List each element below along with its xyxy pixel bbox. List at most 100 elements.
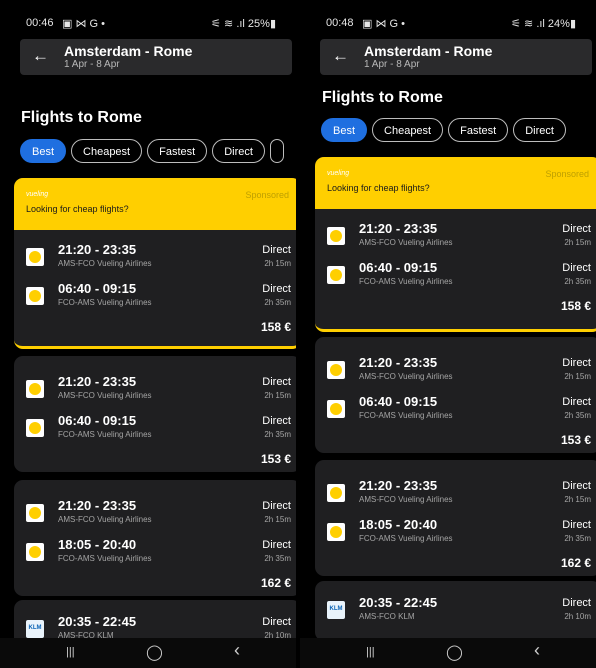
sponsored-flight-card[interactable]: vueling Sponsored Looking for cheap flight… (315, 157, 596, 332)
flight-price: 158 € (260, 320, 291, 334)
recent-apps-button[interactable]: ||| (66, 646, 75, 658)
flight-times: 20:35 - 22:45 (58, 614, 137, 629)
system-back-button[interactable]: ‹ (534, 640, 540, 661)
back-arrow-icon[interactable]: ← (32, 46, 49, 66)
status-time: 00:48 (326, 17, 354, 29)
flight-times: 06:40 - 09:15 (58, 413, 137, 428)
status-bar: 00:48 ▣ ⋈ G • ⚟ ≋ .ıl 24%▮ (300, 0, 596, 32)
page-title: Flights to Rome (21, 109, 142, 126)
screen-left: 00:46 ▣ ⋈ G • ⚟ ≋ .ıl 25%▮ ← Amsterdam - Rom… (0, 0, 296, 668)
flight-route: FCO-AMS Vueling Airlines (359, 277, 453, 286)
system-navbar: ||| ◯ ‹ (300, 638, 596, 668)
sponsored-label: Sponsored (245, 190, 289, 200)
vueling-logo-icon (26, 504, 44, 522)
flight-times: 21:20 - 23:35 (58, 374, 137, 389)
flight-card[interactable]: 21:20 - 23:35 AMS-FCO Vueling Airlines Dir… (14, 356, 296, 472)
vueling-dot (29, 290, 41, 302)
filter-chip-direct[interactable]: Direct (513, 118, 566, 142)
flight-duration: 2h 15m (264, 391, 291, 400)
route-title: Amsterdam - Rome (64, 43, 193, 59)
flight-route: AMS-FCO Vueling Airlines (359, 238, 453, 247)
vueling-logo-icon (327, 484, 345, 502)
flight-stops: Direct (562, 223, 591, 235)
search-header[interactable]: ← Amsterdam - Rome 1 Apr - 8 Apr (320, 39, 592, 75)
flight-card[interactable]: 21:20 - 23:35 AMS-FCO Vueling Airlines Dir… (315, 337, 596, 453)
flight-card[interactable]: 21:20 - 23:35 AMS-FCO Vueling Airlines Dir… (14, 480, 296, 596)
flight-stops: Direct (562, 396, 591, 408)
system-navbar: ||| ◯ ‹ (0, 638, 296, 668)
vueling-dot (330, 364, 342, 376)
flight-stops: Direct (262, 283, 291, 295)
flight-leg: 18:05 - 20:40 FCO-AMS Vueling Airlines Dir… (315, 515, 596, 549)
flight-times: 21:20 - 23:35 (58, 242, 137, 257)
flight-stops: Direct (562, 480, 591, 492)
system-back-button[interactable]: ‹ (234, 640, 240, 661)
vueling-logo-icon (26, 287, 44, 305)
recent-apps-button[interactable]: ||| (366, 646, 375, 658)
flight-times: 21:20 - 23:35 (58, 498, 137, 513)
filter-chip-best[interactable]: Best (20, 139, 67, 163)
flight-times: 18:05 - 20:40 (359, 517, 438, 532)
vueling-dot (330, 487, 342, 499)
filter-chip-cheapest[interactable]: Cheapest (71, 139, 143, 163)
filter-chip-best[interactable]: Best (321, 118, 368, 142)
flight-duration: 2h 35m (564, 277, 591, 286)
vueling-dot (29, 546, 41, 558)
flight-price: 153 € (260, 452, 291, 466)
filter-chip-fastest[interactable]: Fastest (147, 139, 208, 163)
vueling-dot (29, 507, 41, 519)
klm-text: KLM (28, 625, 42, 631)
flight-leg: 21:20 - 23:35 AMS-FCO Vueling Airlines Dir… (315, 353, 596, 387)
flight-card[interactable]: KLM 20:35 - 22:45 AMS-FCO KLM Direct 2h 10m (315, 581, 596, 641)
flight-route: AMS-FCO KLM (359, 612, 415, 621)
flight-stops: Direct (262, 244, 291, 256)
flight-route: AMS-FCO Vueling Airlines (58, 259, 152, 268)
sponsor-banner[interactable]: vueling Sponsored Looking for cheap flight… (14, 178, 296, 230)
status-icons-left: ▣ ⋈ G • (62, 18, 105, 30)
home-button[interactable]: ◯ (146, 643, 163, 661)
flight-route: FCO-AMS Vueling Airlines (359, 534, 453, 543)
klm-logo-icon: KLM (26, 620, 44, 638)
flight-times: 21:20 - 23:35 (359, 221, 438, 236)
flight-stops: Direct (562, 262, 591, 274)
flight-stops: Direct (262, 539, 291, 551)
flight-leg: KLM 20:35 - 22:45 AMS-FCO KLM Direct 2h 10m (315, 593, 596, 627)
flight-times: 06:40 - 09:15 (58, 281, 137, 296)
sponsor-text: Looking for cheap flights? (26, 204, 129, 214)
flight-times: 21:20 - 23:35 (359, 478, 438, 493)
sponsored-flight-card[interactable]: vueling Sponsored Looking for cheap flight… (14, 178, 296, 349)
flight-duration: 2h 35m (264, 298, 291, 307)
vueling-logo: vueling (327, 170, 350, 177)
search-header[interactable]: ← Amsterdam - Rome 1 Apr - 8 Apr (20, 39, 292, 75)
flight-duration: 2h 35m (264, 430, 291, 439)
sponsored-label: Sponsored (545, 169, 589, 179)
flight-duration: 2h 15m (564, 495, 591, 504)
flight-duration: 2h 15m (264, 259, 291, 268)
route-title: Amsterdam - Rome (364, 43, 493, 59)
flight-leg: 21:20 - 23:35 AMS-FCO Vueling Airlines Dir… (14, 372, 296, 406)
flight-stops: Direct (262, 415, 291, 427)
flight-card[interactable]: 21:20 - 23:35 AMS-FCO Vueling Airlines Dir… (315, 460, 596, 576)
flight-route: AMS-FCO Vueling Airlines (359, 495, 453, 504)
flight-route: FCO-AMS Vueling Airlines (359, 411, 453, 420)
route-dates: 1 Apr - 8 Apr (64, 59, 120, 70)
flight-price: 153 € (560, 433, 591, 447)
vueling-logo-icon (327, 361, 345, 379)
klm-logo-icon: KLM (327, 601, 345, 619)
screen-right: 00:48 ▣ ⋈ G • ⚟ ≋ .ıl 24%▮ ← Amsterdam - Rom… (300, 0, 596, 668)
flight-leg: 21:20 - 23:35 AMS-FCO Vueling Airlines Dir… (14, 496, 296, 530)
status-icons-right: ⚟ ≋ .ıl 24%▮ (511, 18, 576, 30)
flight-price: 162 € (260, 576, 291, 590)
filter-chip-more[interactable] (269, 139, 284, 163)
page-title: Flights to Rome (322, 89, 443, 106)
vueling-logo-icon (327, 266, 345, 284)
status-icons-left: ▣ ⋈ G • (362, 18, 405, 30)
vueling-logo-icon (26, 419, 44, 437)
filter-chip-fastest[interactable]: Fastest (448, 118, 509, 142)
home-button[interactable]: ◯ (446, 643, 463, 661)
filter-chip-cheapest[interactable]: Cheapest (372, 118, 444, 142)
filter-chip-direct[interactable]: Direct (212, 139, 265, 163)
flight-duration: 2h 15m (564, 372, 591, 381)
sponsor-banner[interactable]: vueling Sponsored Looking for cheap flight… (315, 157, 596, 209)
back-arrow-icon[interactable]: ← (332, 46, 349, 66)
